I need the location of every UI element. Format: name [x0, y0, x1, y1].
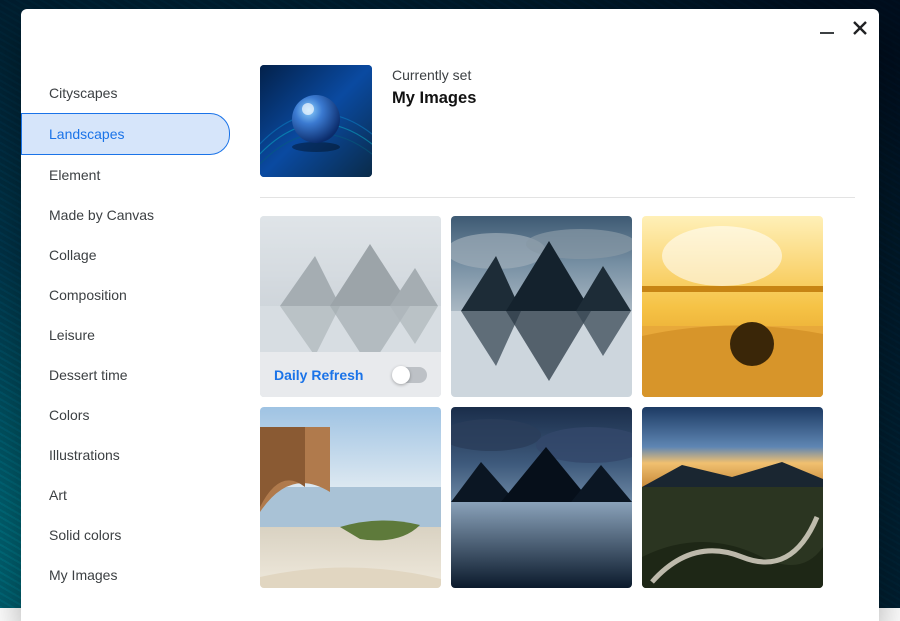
- wallpaper-grid: Daily Refresh: [260, 198, 855, 588]
- sidebar-item-landscapes[interactable]: Landscapes: [21, 113, 230, 155]
- sidebar-item-colors[interactable]: Colors: [21, 395, 230, 435]
- sidebar-item-label: Made by Canvas: [49, 207, 154, 223]
- sidebar-item-label: Cityscapes: [49, 85, 117, 101]
- sidebar-item-label: Landscapes: [49, 126, 125, 142]
- daily-refresh-label: Daily Refresh: [274, 367, 383, 383]
- sidebar-item-cityscapes[interactable]: Cityscapes: [21, 73, 230, 113]
- sidebar-item-label: Element: [49, 167, 100, 183]
- category-sidebar: Cityscapes Landscapes Element Made by Ca…: [21, 59, 236, 621]
- sidebar-item-label: Collage: [49, 247, 96, 263]
- sidebar-item-made-by-canvas[interactable]: Made by Canvas: [21, 195, 230, 235]
- dark-lake-icon: [451, 407, 632, 588]
- sidebar-item-label: Colors: [49, 407, 89, 423]
- current-wallpaper-label: Currently set My Images: [392, 65, 476, 108]
- sidebar-item-label: Composition: [49, 287, 127, 303]
- daily-refresh-tile[interactable]: Daily Refresh: [260, 216, 441, 397]
- sidebar-item-label: Solid colors: [49, 527, 121, 543]
- sidebar-item-dessert-time[interactable]: Dessert time: [21, 355, 230, 395]
- sidebar-item-label: Leisure: [49, 327, 95, 343]
- sidebar-item-label: Art: [49, 487, 67, 503]
- rocky-shore-icon: [260, 407, 441, 588]
- golden-beach-icon: [642, 216, 823, 397]
- wallpaper-tile[interactable]: [451, 407, 632, 588]
- winding-road-icon: [642, 407, 823, 588]
- sidebar-item-collage[interactable]: Collage: [21, 235, 230, 275]
- wallpaper-tile[interactable]: [642, 407, 823, 588]
- close-icon: [852, 20, 868, 36]
- current-wallpaper-thumb[interactable]: [260, 65, 372, 177]
- sidebar-item-label: My Images: [49, 567, 117, 583]
- daily-refresh-toggle[interactable]: [393, 367, 427, 383]
- water-drop-icon: [260, 65, 372, 177]
- sidebar-item-solid-colors[interactable]: Solid colors: [21, 515, 230, 555]
- wallpaper-picker-window: Cityscapes Landscapes Element Made by Ca…: [21, 9, 879, 621]
- minimize-icon: [820, 32, 834, 34]
- currently-set-title: My Images: [392, 89, 476, 108]
- wallpaper-tile[interactable]: [642, 216, 823, 397]
- sidebar-item-composition[interactable]: Composition: [21, 275, 230, 315]
- sidebar-item-illustrations[interactable]: Illustrations: [21, 435, 230, 475]
- wallpaper-tile[interactable]: [260, 407, 441, 588]
- sidebar-item-leisure[interactable]: Leisure: [21, 315, 230, 355]
- sidebar-item-label: Illustrations: [49, 447, 120, 463]
- main-pane: Currently set My Images: [236, 59, 879, 621]
- sidebar-item-my-images[interactable]: My Images: [21, 555, 230, 595]
- mountain-overcast-icon: [451, 216, 632, 397]
- sidebar-item-label: Dessert time: [49, 367, 128, 383]
- currently-set-eyebrow: Currently set: [392, 67, 476, 83]
- current-wallpaper-header: Currently set My Images: [260, 65, 855, 198]
- close-button[interactable]: [849, 17, 871, 39]
- minimize-button[interactable]: [817, 18, 837, 38]
- sidebar-item-element[interactable]: Element: [21, 155, 230, 195]
- toggle-knob: [392, 366, 410, 384]
- sidebar-item-art[interactable]: Art: [21, 475, 230, 515]
- wallpaper-tile[interactable]: [451, 216, 632, 397]
- window-controls: [817, 17, 871, 39]
- daily-refresh-bar: Daily Refresh: [260, 352, 441, 397]
